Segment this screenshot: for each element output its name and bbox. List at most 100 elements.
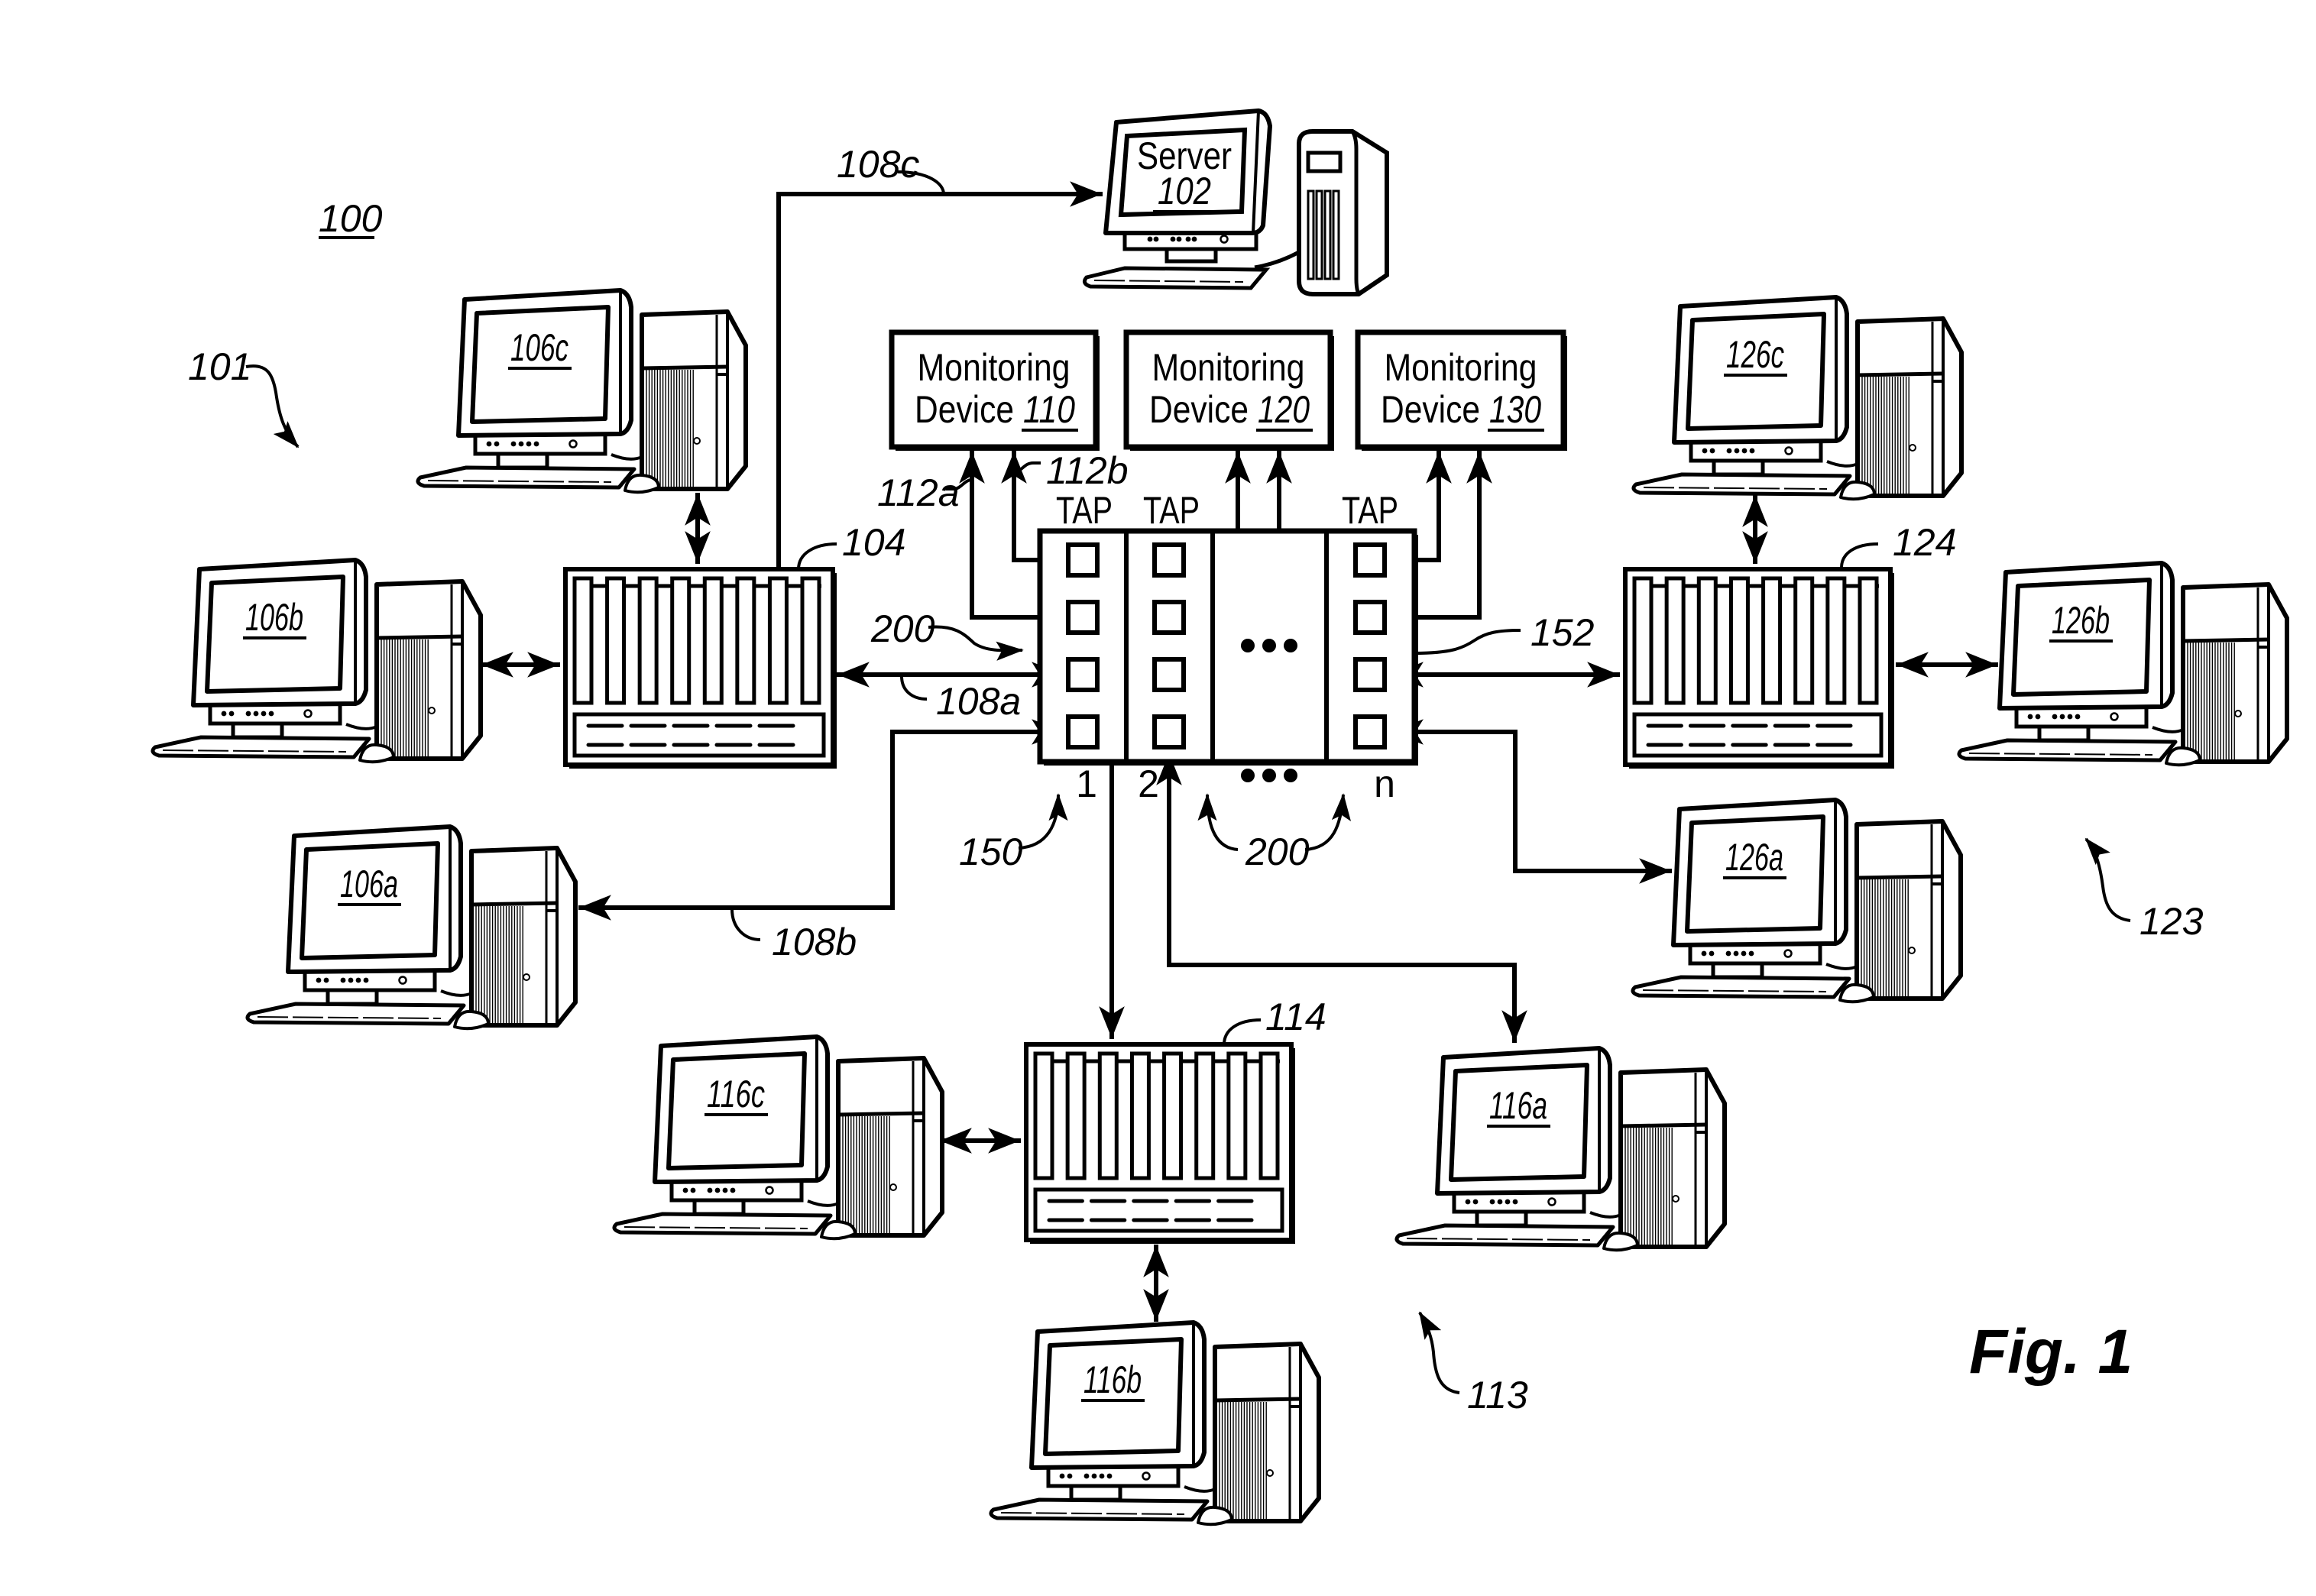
monitor-control-dot	[1091, 1473, 1097, 1479]
mouse	[1838, 983, 1875, 1004]
monitor-control-dot	[1702, 448, 1708, 454]
cable	[2152, 726, 2184, 733]
monitor-control-dot	[2075, 714, 2081, 720]
md-ref: 110	[1023, 388, 1075, 431]
tap-port-3[interactable]	[1152, 657, 1186, 692]
monitor-control-dot	[1472, 1199, 1479, 1205]
computer-126c[interactable]: 126c	[1631, 295, 1964, 501]
tower-bay-divider	[641, 364, 728, 371]
monitoring-device-120[interactable]: MonitoringDevice 120	[1123, 329, 1334, 451]
monitor-control-dot	[316, 977, 322, 983]
monitor-control-dot	[1726, 448, 1732, 454]
monitor-power-led	[398, 976, 407, 985]
monitor-control-dot	[1709, 950, 1715, 957]
tower-power-button	[693, 437, 701, 445]
switch-slot	[1097, 1051, 1119, 1180]
tap-port-1[interactable]	[1152, 542, 1186, 578]
computer-ref: 106b	[245, 596, 303, 639]
monitor-power-led	[568, 439, 578, 448]
md-label-line2: Device	[1381, 388, 1480, 431]
computer-116a[interactable]: 116a	[1394, 1046, 1727, 1252]
monitor-control-dot	[1083, 1473, 1090, 1479]
keyboard	[1394, 1223, 1615, 1248]
tap-port-2[interactable]	[1066, 600, 1100, 635]
tap-port-1[interactable]	[1353, 542, 1387, 578]
computer-116b[interactable]: 116b	[989, 1320, 1321, 1526]
leader-switch-104	[797, 542, 837, 570]
computer-126b[interactable]: 126b	[1957, 561, 2289, 767]
keyboard	[245, 1002, 466, 1026]
cable	[611, 453, 643, 461]
tap-port-4[interactable]	[1353, 714, 1387, 749]
monitor-control-dot	[1153, 236, 1159, 242]
tower-power-button	[1909, 444, 1916, 452]
monitoring-device-110[interactable]: MonitoringDevice 110	[889, 329, 1100, 451]
computer-ref: 126a	[1725, 836, 1783, 879]
figure-caption: Fig. 1	[1969, 1317, 2133, 1387]
computer-106a[interactable]: 106a	[245, 824, 578, 1031]
computer-126a[interactable]: 126a	[1631, 798, 1963, 1004]
cable	[1254, 250, 1301, 270]
switch-slot	[1226, 1051, 1248, 1180]
md-label-line1: Monitoring	[1152, 346, 1305, 389]
keyboard	[151, 735, 371, 759]
monitor-control-dot	[363, 977, 369, 983]
tap-port-2[interactable]	[1353, 600, 1387, 635]
tap-index: n	[1374, 762, 1395, 805]
tap-port-2[interactable]	[1152, 600, 1186, 635]
md-ref: 130	[1489, 388, 1541, 431]
tower-bay-divider	[2182, 637, 2269, 643]
monitor-control-dot	[2027, 714, 2033, 720]
monitor-control-dot	[1170, 236, 1176, 242]
mouse	[1839, 480, 1876, 501]
ellipsis-dot	[1262, 769, 1276, 782]
switch-slot	[1858, 576, 1879, 705]
monitor-control-dot	[221, 711, 227, 717]
tower-power-button	[523, 973, 530, 981]
monitor-control-dot	[1725, 950, 1731, 957]
computer-106b[interactable]: 106b	[151, 558, 483, 764]
computer-ref: 126c	[1726, 333, 1784, 376]
computer-106c[interactable]: 106c	[416, 288, 748, 494]
monitor-control-dot	[707, 1187, 713, 1193]
leader-tap-right-152	[1414, 629, 1521, 655]
tap-port-1[interactable]	[1066, 542, 1100, 578]
switch-104[interactable]	[563, 567, 837, 769]
computer-116c[interactable]: 116c	[612, 1034, 944, 1241]
leader-112b	[1013, 461, 1041, 474]
tap-port-3[interactable]	[1066, 657, 1100, 692]
switch-slot	[1728, 576, 1750, 705]
tap-array: TAP 1 TAP 2 TAP n	[1037, 489, 1418, 805]
tap-port-3[interactable]	[1353, 657, 1387, 692]
tower-power-button	[1266, 1469, 1274, 1477]
tap-port-4[interactable]	[1066, 714, 1100, 749]
tower-bay-divider	[471, 901, 558, 907]
tap-column-3	[1241, 769, 1297, 782]
leader-switch-114	[1223, 1018, 1262, 1045]
mouse	[453, 1009, 490, 1031]
monitor-control-dot	[2059, 714, 2065, 720]
tap-port-4[interactable]	[1152, 714, 1186, 749]
label-switch-124: 124	[1893, 521, 1956, 564]
monitor-control-dot	[526, 441, 532, 447]
server-102[interactable]: Server102	[1082, 108, 1389, 296]
switch-124[interactable]	[1623, 567, 1894, 769]
monitoring-device-130[interactable]: MonitoringDevice 130	[1355, 329, 1567, 451]
monitor-control-dot	[714, 1187, 721, 1193]
label-112a: 112a	[877, 471, 960, 514]
switch-slot	[637, 576, 659, 705]
monitor-control-dot	[518, 441, 524, 447]
monitor-control-dot	[1176, 236, 1182, 242]
computer-ref: 106c	[510, 326, 568, 369]
keyboard	[1631, 975, 1851, 999]
monitor-control-dot	[1505, 1199, 1511, 1205]
monitor-power-led	[1784, 446, 1793, 455]
monitor-control-dot	[730, 1187, 736, 1193]
switch-114[interactable]	[1024, 1042, 1295, 1244]
monitor-control-dot	[1749, 448, 1755, 454]
cable	[1826, 460, 1858, 468]
mouse	[2165, 746, 2201, 767]
switch-slot	[1825, 576, 1847, 705]
mouse	[624, 473, 660, 494]
monitor-power-led	[1142, 1471, 1151, 1481]
